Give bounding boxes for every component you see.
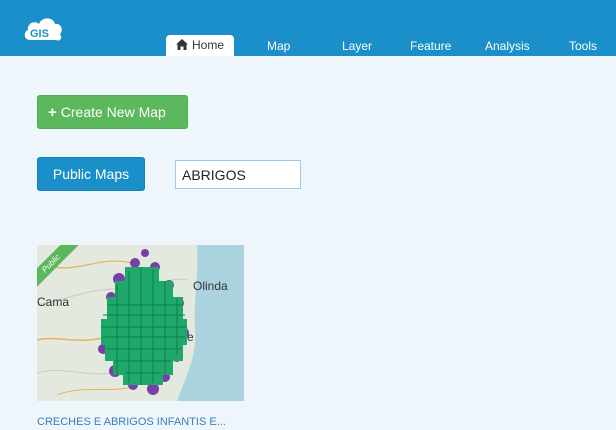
nav-map-tab[interactable]: Map (267, 36, 290, 56)
nav-home-label: Home (192, 38, 225, 52)
home-icon (176, 39, 188, 50)
map-label-e: e (187, 330, 194, 344)
map-label-olinda: Olinda (193, 279, 228, 293)
public-maps-button[interactable]: Public Maps (37, 157, 145, 191)
map-thumbnail: Olinda Cama e (37, 245, 244, 401)
nav-home-tab[interactable]: Home (166, 35, 235, 56)
nav-layer-tab[interactable]: Layer (342, 36, 372, 56)
map-search-input[interactable] (175, 160, 301, 189)
create-new-map-button[interactable]: + Create New Map (37, 95, 188, 129)
nav-feature-tab[interactable]: Feature (410, 36, 451, 56)
plus-icon: + (48, 104, 57, 121)
map-label-cama: Cama (37, 295, 69, 309)
cloud-icon: GIS (24, 18, 62, 41)
nav-analysis-tab[interactable]: Analysis (485, 36, 530, 56)
map-card[interactable]: Olinda Cama e Public (37, 245, 244, 401)
nav-tools-tab[interactable]: Tools (569, 36, 597, 56)
logo-text: GIS (30, 28, 49, 40)
create-new-map-label: Create New Map (60, 104, 166, 120)
gis-cloud-logo[interactable]: GIS (22, 12, 66, 46)
top-navbar: GIS Home Map Layer Feature Analysis Tool… (0, 0, 616, 56)
map-card-title[interactable]: CRECHES E ABRIGOS INFANTIS E... (37, 416, 226, 428)
